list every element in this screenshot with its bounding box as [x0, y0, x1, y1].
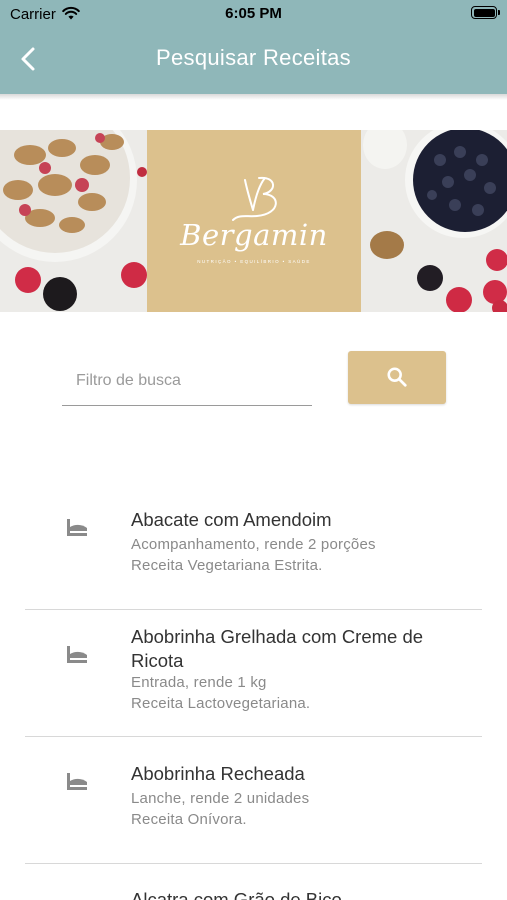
- recipe-name: Abobrinha Grelhada com Creme de Ricota: [131, 626, 424, 671]
- recipe-diet: Receita Onívora.: [131, 811, 247, 828]
- brand-tagline: NUTRIÇÃO • EQUILÍBRIO • SAÚDE: [197, 259, 311, 264]
- brand-name: Bergamin: [180, 218, 328, 252]
- search-icon: [387, 367, 407, 387]
- top-bar: Carrier 6:05 PM Pesquisar Receitas: [0, 0, 507, 94]
- recipe-name: Alcatra com Grão de Bico: [131, 889, 342, 900]
- recipe-diet: Receita Vegetariana Estrita.: [131, 557, 323, 574]
- list-item[interactable]: Abobrinha Recheada Lanche, rende 2 unida…: [25, 759, 482, 859]
- brand-logo: Bergamin NUTRIÇÃO • EQUILÍBRIO • SAÚDE: [147, 130, 361, 312]
- status-bar: Carrier 6:05 PM: [0, 0, 507, 28]
- list-item[interactable]: Abacate com Amendoim Acompanhamento, ren…: [25, 505, 482, 605]
- list-item[interactable]: Alcatra com Grão de Bico: [25, 886, 482, 900]
- recipe-name: Abacate com Amendoim: [131, 509, 332, 530]
- search-input[interactable]: [62, 356, 312, 406]
- cooking-scale-icon: [65, 896, 89, 900]
- recipe-info: Acompanhamento, rende 2 porções: [131, 536, 376, 553]
- cooking-scale-icon: [67, 773, 87, 790]
- battery-icon: [471, 6, 500, 19]
- status-time: 6:05 PM: [225, 5, 282, 22]
- cooking-scale-icon: [67, 519, 87, 536]
- recipe-diet: Receita Lactovegetariana.: [131, 695, 311, 712]
- recipe-name: Abobrinha Recheada: [131, 763, 305, 784]
- page-title: Pesquisar Receitas: [156, 45, 351, 70]
- divider: [25, 736, 482, 737]
- cooking-scale-icon: [67, 646, 87, 663]
- search-button[interactable]: [348, 351, 446, 404]
- divider: [25, 609, 482, 610]
- banner: Bergamin NUTRIÇÃO • EQUILÍBRIO • SAÚDE: [0, 130, 507, 312]
- app-bar-shadow: [0, 94, 507, 100]
- divider: [25, 863, 482, 864]
- list-item[interactable]: Abobrinha Grelhada com Creme de Ricota E…: [25, 622, 482, 732]
- app-bar: Pesquisar Receitas: [0, 28, 507, 94]
- recipe-info: Lanche, rende 2 unidades: [131, 790, 310, 807]
- recipe-info: Entrada, rende 1 kg: [131, 674, 267, 691]
